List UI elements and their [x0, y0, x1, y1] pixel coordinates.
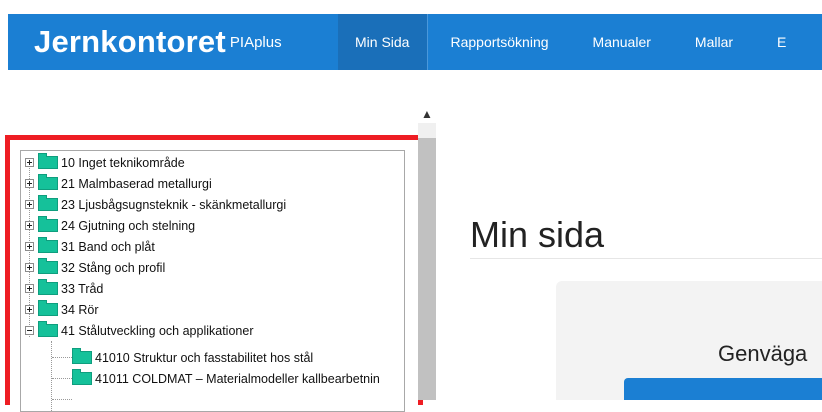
folder-icon [38, 174, 58, 190]
brand-logo[interactable]: Jernkontoret PIAplus [34, 24, 282, 60]
tree-child-node[interactable]: 41011 COLDMAT – Materialmodeller kallbea… [72, 368, 380, 389]
folder-icon [38, 321, 58, 337]
scroll-up-arrow-icon[interactable]: ▲ [418, 105, 436, 123]
tree-node-label: 32 Stång och profil [61, 260, 166, 275]
folder-icon [38, 279, 58, 295]
nav-item-manualer[interactable]: Manualer [571, 14, 673, 70]
top-navbar: Jernkontoret PIAplus Min Sida Rapportsök… [8, 14, 822, 70]
nav-item-mallar[interactable]: Mallar [673, 14, 755, 70]
vertical-scrollbar[interactable]: ▲ [418, 105, 436, 400]
shortcuts-card: Genväga [556, 281, 822, 400]
tree-node-label: 10 Inget teknikområde [61, 155, 185, 170]
expand-plus-icon[interactable] [25, 305, 34, 314]
tree-node-label: 21 Malmbaserad metallurgi [61, 176, 212, 191]
shortcut-button[interactable] [624, 378, 822, 400]
nav-item-min-sida[interactable]: Min Sida [338, 14, 429, 70]
tree-node-label: 41011 COLDMAT – Materialmodeller kallbea… [95, 371, 380, 386]
tree-node[interactable]: 34 Rör [25, 299, 99, 320]
expand-plus-icon[interactable] [25, 284, 34, 293]
tree-node[interactable]: 10 Inget teknikområde [25, 152, 185, 173]
expand-plus-icon[interactable] [25, 200, 34, 209]
collapse-minus-icon[interactable] [25, 326, 34, 335]
top-sliver [0, 0, 822, 14]
title-divider [470, 258, 822, 259]
tree-node-label: 41 Stålutveckling och applikationer [61, 323, 254, 338]
tree-node[interactable]: 24 Gjutning och stelning [25, 215, 195, 236]
folder-icon [72, 369, 92, 385]
page-title: Min sida [470, 214, 605, 256]
tree-child-node[interactable]: 41010 Struktur och fasstabilitet hos stå… [72, 347, 313, 368]
tree-node[interactable]: 41 Stålutveckling och applikationer [25, 320, 253, 341]
expand-plus-icon[interactable] [25, 158, 34, 167]
tree-node[interactable]: 31 Band och plåt [25, 236, 155, 257]
shortcuts-heading: Genväga [718, 341, 808, 366]
tree-node[interactable]: 33 Tråd [25, 278, 103, 299]
tree-node-label: 23 Ljusbågsugnsteknik - skänkmetallurgi [61, 197, 287, 212]
folder-icon [38, 300, 58, 316]
folder-icon [72, 348, 92, 364]
nav-item-truncated[interactable]: E [755, 14, 808, 70]
brand-name: Jernkontoret [34, 24, 226, 59]
technology-area-tree[interactable]: 10 Inget teknikområde 21 Malmbaserad met… [20, 150, 405, 412]
expand-plus-icon[interactable] [25, 179, 34, 188]
tree-node[interactable]: 23 Ljusbågsugnsteknik - skänkmetallurgi [25, 194, 286, 215]
tree-child-connector [52, 378, 72, 379]
expand-plus-icon[interactable] [25, 263, 34, 272]
folder-icon [38, 258, 58, 274]
folder-icon [38, 216, 58, 232]
folder-icon [38, 237, 58, 253]
tree-node[interactable]: 21 Malmbaserad metallurgi [25, 173, 212, 194]
scroll-thumb[interactable] [418, 138, 436, 400]
tree-node[interactable]: 32 Stång och profil [25, 257, 165, 278]
tree-node-label: 31 Band och plåt [61, 239, 155, 254]
brand-suffix: PIAplus [229, 34, 282, 51]
expand-plus-icon[interactable] [25, 242, 34, 251]
tree-child-connector [52, 357, 72, 358]
main-nav: Min Sida Rapportsökning Manualer Mallar … [338, 14, 808, 70]
tree-node-label: 41010 Struktur och fasstabilitet hos stå… [95, 350, 314, 365]
tree-node-label: 33 Tråd [61, 281, 104, 296]
tree-child-guide-line [51, 341, 52, 411]
folder-icon [38, 195, 58, 211]
tree-node-label: 34 Rör [61, 302, 99, 317]
expand-plus-icon[interactable] [25, 221, 34, 230]
highlighted-tree-panel: 10 Inget teknikområde 21 Malmbaserad met… [5, 135, 423, 412]
tree-node-label: 24 Gjutning och stelning [61, 218, 196, 233]
nav-item-rapportsokning[interactable]: Rapportsökning [428, 14, 570, 70]
folder-icon [38, 153, 58, 169]
